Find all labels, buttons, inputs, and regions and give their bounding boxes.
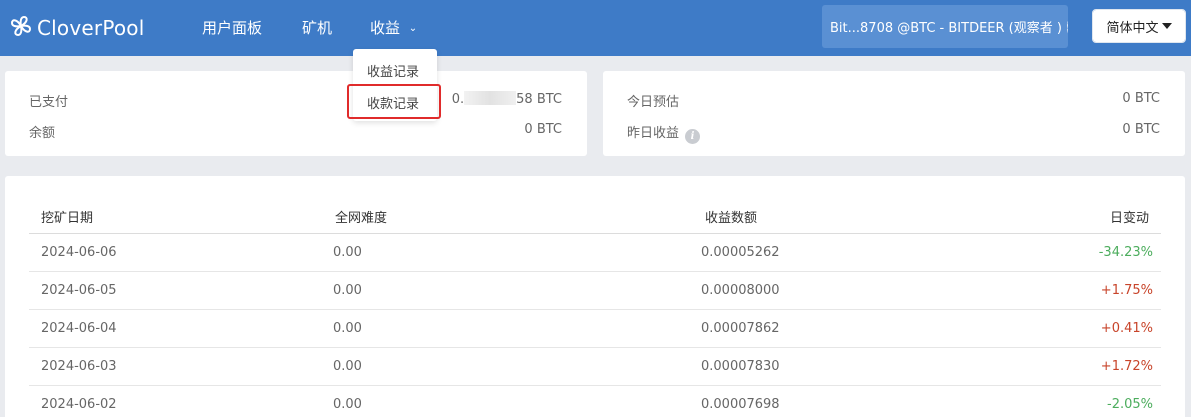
cell-change: +1.75% (1100, 283, 1153, 298)
cell-change: +1.72% (1100, 359, 1153, 374)
nav-miners-label: 矿机 (302, 19, 333, 37)
balance-row: 余额 0 BTC (5, 122, 587, 142)
cell-amount: 0.00008000 (701, 283, 780, 298)
cell-difficulty: 0.00 (333, 359, 362, 374)
today-estimate-label: 今日预估 (627, 95, 680, 110)
header-earnings-amount: 收益数额 (705, 211, 758, 226)
earnings-table: 挖矿日期 全网难度 收益数额 日变动 2024-06-06 0.00 0.000… (29, 196, 1161, 417)
clover-logo-icon (8, 13, 34, 43)
cell-date: 2024-06-02 (41, 397, 117, 412)
info-icon[interactable]: i (685, 129, 701, 144)
yesterday-earnings-row: 昨日收益 i 0 BTC (603, 122, 1185, 144)
table-header: 挖矿日期 全网难度 收益数额 日变动 (29, 196, 1161, 234)
chevron-down-icon: ⌄ (408, 23, 418, 34)
account-selector[interactable]: Bit...8708 @BTC - BITDEER (观察者 ) i (822, 5, 1068, 48)
paid-value: 0. 58 BTC (452, 91, 562, 107)
cell-change: -34.23% (1098, 245, 1153, 260)
earnings-summary-card: 今日预估 0 BTC 昨日收益 i 0 BTC (603, 71, 1185, 156)
cell-difficulty: 0.00 (333, 321, 362, 336)
cell-difficulty: 0.00 (333, 283, 362, 298)
logo-text: CloverPool (37, 16, 145, 40)
nav-earnings-label: 收益 (370, 19, 401, 37)
cell-difficulty: 0.00 (333, 397, 362, 412)
today-estimate-row: 今日预估 0 BTC (603, 91, 1185, 111)
account-label: Bit...8708 @BTC - BITDEER (观察者 ) (830, 21, 1062, 36)
language-label: 简体中文 (1106, 20, 1159, 36)
cell-amount: 0.00007862 (701, 321, 780, 336)
table-row: 2024-06-02 0.00 0.00007698 -2.05% (29, 386, 1161, 417)
balance-value: 0 BTC (524, 122, 562, 137)
cell-amount: 0.00007698 (701, 397, 780, 412)
cell-change: -2.05% (1107, 397, 1153, 412)
earnings-table-card: 挖矿日期 全网难度 收益数额 日变动 2024-06-06 0.00 0.000… (5, 176, 1185, 417)
top-header: CloverPool 用户面板 矿机 收益 ⌄ Bit...8708 @BTC … (0, 0, 1191, 56)
cell-amount: 0.00005262 (701, 245, 780, 260)
cell-amount: 0.00007830 (701, 359, 780, 374)
caret-down-icon (1161, 23, 1172, 29)
info-icon[interactable]: i (1066, 19, 1068, 34)
table-row: 2024-06-05 0.00 0.00008000 +1.75% (29, 272, 1161, 310)
table-row: 2024-06-04 0.00 0.00007862 +0.41% (29, 310, 1161, 348)
language-selector[interactable]: 简体中文 (1093, 10, 1185, 42)
cell-date: 2024-06-03 (41, 359, 117, 374)
cell-date: 2024-06-05 (41, 283, 117, 298)
paid-value-prefix: 0. (451, 92, 465, 107)
nav-user-panel-label: 用户面板 (202, 19, 263, 37)
nav-miners[interactable]: 矿机 (302, 17, 332, 38)
menu-item-earnings-records[interactable]: 收益记录 (367, 61, 419, 80)
paid-value-suffix: 58 BTC (516, 92, 562, 107)
logo[interactable]: CloverPool (8, 14, 145, 42)
nav-user-panel[interactable]: 用户面板 (202, 17, 262, 38)
header-daily-change: 日变动 (1109, 211, 1149, 226)
redacted-blur (464, 91, 517, 105)
payment-summary-card: 已支付 0. 58 BTC 余额 0 BTC (5, 71, 587, 156)
cell-date: 2024-06-06 (41, 245, 117, 260)
paid-label: 已支付 (29, 95, 69, 110)
yesterday-earnings-label-wrap: 昨日收益 i (627, 122, 701, 144)
table-row: 2024-06-06 0.00 0.00005262 -34.23% (29, 234, 1161, 272)
highlight-box (347, 84, 441, 119)
header-network-difficulty: 全网难度 (335, 211, 388, 226)
nav-earnings[interactable]: 收益 ⌄ (370, 17, 417, 38)
header-mining-date: 挖矿日期 (41, 211, 94, 226)
cell-difficulty: 0.00 (333, 245, 362, 260)
yesterday-earnings-value: 0 BTC (1122, 122, 1160, 137)
cell-date: 2024-06-04 (41, 321, 117, 336)
yesterday-earnings-label: 昨日收益 (627, 126, 680, 141)
paid-row: 已支付 0. 58 BTC (5, 91, 587, 111)
table-row: 2024-06-03 0.00 0.00007830 +1.72% (29, 348, 1161, 386)
today-estimate-value: 0 BTC (1122, 91, 1160, 106)
balance-label: 余额 (29, 126, 56, 141)
cell-change: +0.41% (1100, 321, 1153, 336)
